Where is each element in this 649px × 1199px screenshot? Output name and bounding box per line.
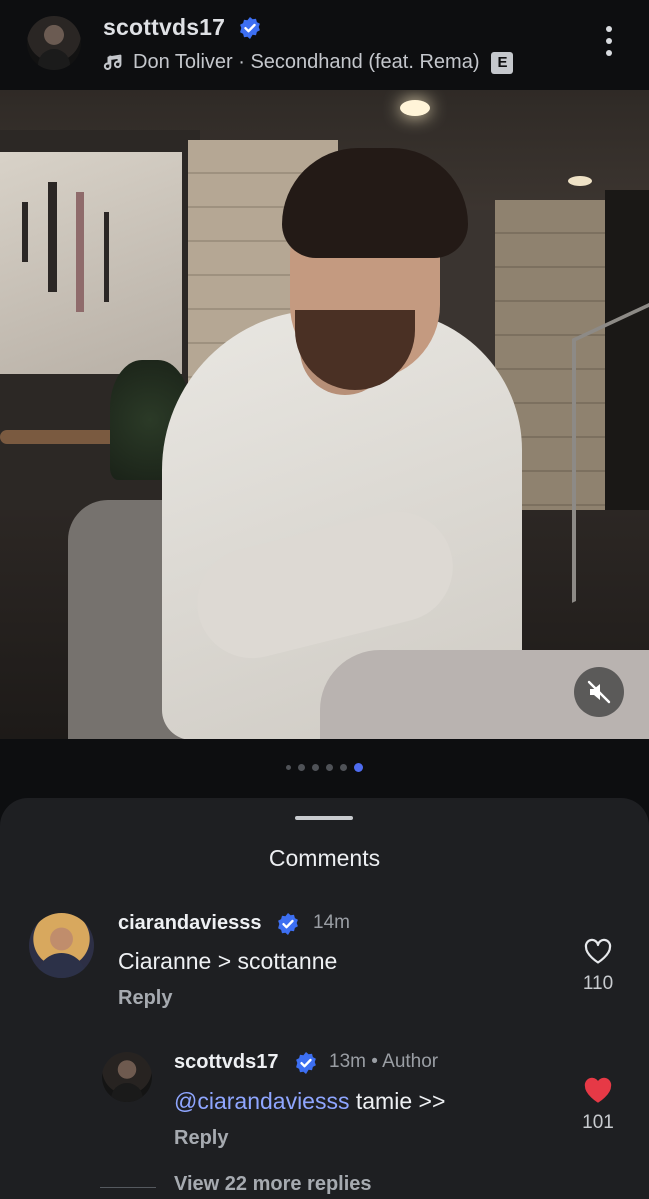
carousel-dot: [312, 763, 319, 771]
photo-bg-light: [400, 100, 430, 116]
reply-text: @ciarandaviesss tamie >>: [174, 1088, 446, 1114]
like-button[interactable]: 101: [578, 1076, 618, 1134]
post-header: scottvds17 Don Toliver · Secondhand (fea…: [0, 0, 649, 90]
reply-author-avatar[interactable]: [102, 1052, 152, 1102]
like-count: 110: [582, 973, 614, 994]
reply-button[interactable]: Reply: [118, 987, 172, 1010]
author-label: Author: [382, 1051, 439, 1072]
comment-text: Ciaranne > scottanne: [118, 948, 338, 974]
post-photo[interactable]: [0, 90, 649, 739]
view-replies-divider: [100, 1187, 156, 1188]
commenter-avatar[interactable]: [29, 913, 94, 978]
photo-bg-railing: [572, 301, 649, 603]
carousel-dot: [298, 763, 305, 771]
reply-username[interactable]: scottvds17: [174, 1051, 279, 1074]
carousel-indicator: [0, 760, 649, 774]
photo-person-hair: [282, 148, 468, 258]
sheet-drag-handle[interactable]: [295, 816, 353, 820]
post-username[interactable]: scottvds17: [103, 14, 225, 41]
commenter-username[interactable]: ciarandaviesss: [118, 912, 261, 935]
reply-button[interactable]: Reply: [174, 1127, 228, 1150]
like-button[interactable]: 110: [578, 937, 618, 995]
music-row[interactable]: Don Toliver · Secondhand (feat. Rema) E: [103, 51, 514, 74]
speaker-muted-icon: [587, 680, 611, 704]
music-track-label: Don Toliver · Secondhand (feat. Rema): [133, 51, 480, 73]
carousel-dot: [286, 764, 291, 770]
verified-badge-icon: [278, 913, 298, 935]
more-options-icon[interactable]: [596, 26, 622, 62]
like-count: 101: [582, 1112, 614, 1133]
verified-badge-icon: [240, 17, 260, 39]
comments-sheet: Comments ciarandaviesss 14m Ciaranne > s…: [0, 798, 649, 1199]
sheet-title: Comments: [268, 845, 381, 871]
mention-link[interactable]: @ciarandaviesss: [174, 1088, 349, 1114]
carousel-dot-active: [354, 762, 363, 772]
photo-bg-artwork: [0, 152, 182, 374]
music-note-icon: [103, 54, 122, 70]
heart-outline-icon: [584, 938, 612, 964]
carousel-dot: [340, 763, 347, 771]
reply-timestamp: 13m • Author: [329, 1051, 439, 1072]
explicit-badge: E: [491, 51, 514, 74]
view-more-replies-button[interactable]: View 22 more replies: [174, 1173, 372, 1196]
verified-badge-icon: [296, 1052, 316, 1074]
comment-timestamp: 14m: [313, 912, 350, 933]
photo-bg-light: [568, 176, 592, 186]
mute-button[interactable]: [574, 667, 624, 717]
carousel-dot: [326, 763, 333, 771]
author-avatar[interactable]: [27, 16, 81, 70]
heart-filled-icon: [584, 1077, 612, 1103]
